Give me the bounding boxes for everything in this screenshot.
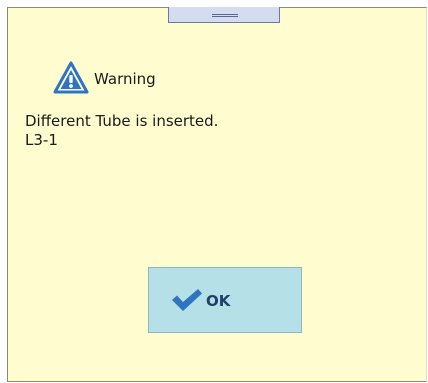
grip-icon [212, 14, 238, 17]
message-line: Different Tube is inserted. [25, 112, 219, 130]
drag-handle[interactable] [168, 7, 280, 23]
dialog-message: Different Tube is inserted. L3-1 [25, 112, 218, 150]
ok-button-label: OK [206, 292, 231, 310]
dialog-title: Warning [94, 70, 156, 88]
warning-triangle-icon [53, 61, 89, 94]
checkmark-icon [172, 289, 202, 311]
warning-dialog: Warning Different Tube is inserted. L3-1… [7, 7, 427, 382]
ok-button[interactable]: OK [148, 267, 302, 333]
dialog-header: Warning [53, 60, 156, 96]
message-line: L3-1 [25, 131, 58, 149]
